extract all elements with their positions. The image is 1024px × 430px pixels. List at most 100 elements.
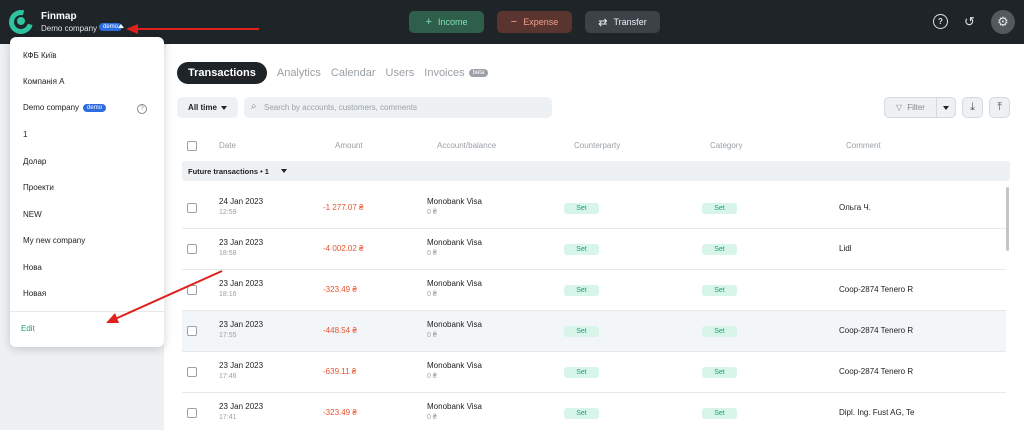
row-time: 17:41 bbox=[219, 414, 237, 421]
company-option[interactable]: Долар bbox=[23, 157, 46, 166]
row-comment: Dipl. Ing. Fust AG, Te bbox=[839, 408, 915, 417]
row-date: 23 Jan 2023 bbox=[219, 238, 264, 247]
set-counterparty-button[interactable]: Set bbox=[564, 367, 599, 378]
gear-icon[interactable]: ⚙ bbox=[991, 10, 1015, 34]
filter-label: Filter bbox=[907, 103, 925, 112]
app-name: Finmap bbox=[41, 11, 77, 22]
row-amount: -323.49 ₴ bbox=[323, 408, 357, 417]
chevron-down-icon bbox=[220, 105, 227, 110]
row-checkbox[interactable] bbox=[187, 203, 197, 213]
chevron-up-icon[interactable] bbox=[118, 24, 124, 28]
transfer-button[interactable]: ⇄ Transfer bbox=[585, 11, 660, 33]
table-row[interactable]: 23 Jan 2023 17:55 -448.54 ₴ Monobank Vis… bbox=[182, 311, 1006, 352]
set-counterparty-button[interactable]: Set bbox=[564, 203, 599, 214]
expense-button[interactable]: − Expense bbox=[497, 11, 572, 33]
row-date: 23 Jan 2023 bbox=[219, 279, 264, 288]
row-checkbox[interactable] bbox=[187, 285, 197, 295]
edit-companies-link[interactable]: Edit bbox=[21, 324, 35, 333]
row-checkbox[interactable] bbox=[187, 408, 197, 418]
row-checkbox[interactable] bbox=[187, 326, 197, 336]
period-select[interactable]: All time bbox=[177, 97, 238, 118]
table-row[interactable]: 23 Jan 2023 17:41 -323.49 ₴ Monobank Vis… bbox=[182, 393, 1006, 430]
company-option[interactable]: Нова bbox=[23, 263, 42, 272]
set-counterparty-button[interactable]: Set bbox=[564, 326, 599, 337]
transfer-label: Transfer bbox=[613, 17, 647, 27]
download-icon[interactable]: ⤓ bbox=[962, 97, 983, 118]
row-balance: 0 ₴ bbox=[427, 332, 437, 339]
row-account: Monobank Visa bbox=[427, 361, 482, 370]
row-amount: -4 002.02 ₴ bbox=[323, 244, 364, 253]
future-transactions-group[interactable]: Future transactions • 1 bbox=[182, 161, 1010, 181]
help-icon[interactable]: ? bbox=[137, 104, 147, 114]
tab-transactions[interactable]: Transactions bbox=[177, 62, 267, 84]
row-account: Monobank Visa bbox=[427, 320, 482, 329]
filter-button[interactable]: ▽ Filter bbox=[884, 97, 956, 118]
row-comment: Coop-2874 Tenero R bbox=[839, 326, 914, 335]
company-option[interactable]: 1 bbox=[23, 130, 27, 139]
col-comment[interactable]: Comment bbox=[846, 141, 881, 150]
upload-icon[interactable]: ⤒ bbox=[989, 97, 1010, 118]
row-date: 23 Jan 2023 bbox=[219, 320, 264, 329]
filter-icon: ▽ bbox=[896, 103, 903, 112]
company-option[interactable]: Компанія А bbox=[23, 77, 64, 86]
table-row[interactable]: 23 Jan 2023 17:46 -639.11 ₴ Monobank Vis… bbox=[182, 352, 1006, 393]
select-all-checkbox[interactable] bbox=[187, 141, 197, 151]
company-switcher[interactable]: Demo company bbox=[41, 24, 97, 33]
company-option[interactable]: My new company bbox=[23, 236, 85, 245]
col-counterparty[interactable]: Counterparty bbox=[574, 141, 620, 150]
table-row[interactable]: 23 Jan 2023 18:16 -323.49 ₴ Monobank Vis… bbox=[182, 270, 1006, 311]
set-category-button[interactable]: Set bbox=[702, 244, 737, 255]
set-category-button[interactable]: Set bbox=[702, 203, 737, 214]
table-scrollbar[interactable] bbox=[1006, 187, 1009, 251]
row-comment: Ольга Ч. bbox=[839, 203, 871, 212]
group-label: Future transactions • 1 bbox=[188, 167, 269, 176]
set-counterparty-button[interactable]: Set bbox=[564, 408, 599, 419]
set-counterparty-button[interactable]: Set bbox=[564, 285, 599, 296]
col-date[interactable]: Date bbox=[219, 141, 236, 150]
table-row[interactable]: 24 Jan 2023 12:59 -1 277.07 ₴ Monobank V… bbox=[182, 188, 1006, 229]
table-row[interactable]: 23 Jan 2023 18:58 -4 002.02 ₴ Monobank V… bbox=[182, 229, 1006, 270]
minus-icon: − bbox=[510, 16, 518, 28]
tab-invoices[interactable]: Invoices bbox=[424, 67, 464, 79]
filter-dropdown-toggle[interactable] bbox=[937, 105, 955, 110]
set-category-button[interactable]: Set bbox=[702, 367, 737, 378]
col-account[interactable]: Account/balance bbox=[437, 141, 496, 150]
set-category-button[interactable]: Set bbox=[702, 408, 737, 419]
row-checkbox[interactable] bbox=[187, 244, 197, 254]
row-time: 18:58 bbox=[219, 250, 237, 257]
set-category-button[interactable]: Set bbox=[702, 285, 737, 296]
row-balance: 0 ₴ bbox=[427, 373, 437, 380]
company-option-label: Demo company bbox=[23, 103, 80, 112]
col-amount[interactable]: Amount bbox=[335, 141, 363, 150]
row-amount: -639.11 ₴ bbox=[323, 367, 357, 376]
tab-analytics[interactable]: Analytics bbox=[277, 67, 321, 79]
period-label: All time bbox=[188, 103, 217, 112]
table-header: Date Amount Account/balance Counterparty… bbox=[182, 138, 1010, 154]
set-counterparty-button[interactable]: Set bbox=[564, 244, 599, 255]
company-option[interactable]: NEW bbox=[23, 210, 42, 219]
search-box[interactable]: ⌕ bbox=[244, 97, 552, 118]
transfer-icon: ⇄ bbox=[598, 16, 608, 29]
income-button[interactable]: + Income bbox=[409, 11, 484, 33]
help-icon[interactable]: ? bbox=[933, 14, 948, 29]
income-label: Income bbox=[437, 17, 468, 27]
tab-users[interactable]: Users bbox=[386, 67, 415, 79]
row-account: Monobank Visa bbox=[427, 238, 482, 247]
row-balance: 0 ₴ bbox=[427, 209, 437, 216]
set-category-button[interactable]: Set bbox=[702, 326, 737, 337]
col-category[interactable]: Category bbox=[710, 141, 742, 150]
company-option[interactable]: КФБ Київ bbox=[23, 51, 57, 60]
search-input[interactable] bbox=[264, 100, 544, 115]
row-checkbox[interactable] bbox=[187, 367, 197, 377]
company-option-current[interactable]: Demo company demo bbox=[23, 103, 107, 112]
row-account: Monobank Visa bbox=[427, 279, 482, 288]
company-option[interactable]: Новая bbox=[23, 289, 46, 298]
row-account: Monobank Visa bbox=[427, 197, 482, 206]
row-date: 23 Jan 2023 bbox=[219, 402, 264, 411]
demo-badge: demo bbox=[83, 103, 107, 112]
history-icon[interactable]: ↺ bbox=[962, 14, 977, 29]
row-time: 17:46 bbox=[219, 373, 237, 380]
row-comment: Coop-2874 Tenero R bbox=[839, 285, 914, 294]
company-option[interactable]: Проекти bbox=[23, 183, 54, 192]
tab-calendar[interactable]: Calendar bbox=[331, 67, 376, 79]
